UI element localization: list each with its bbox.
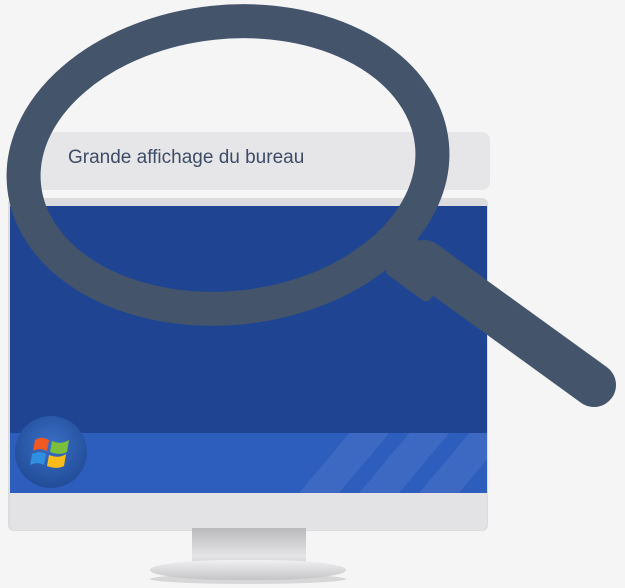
monitor-stand-base <box>150 560 346 580</box>
monitor-chin <box>10 493 487 530</box>
windows-start-orb-icon <box>15 416 87 488</box>
label-text: Grande affichage du bureau <box>68 147 305 168</box>
illustration: Grande affichage du bureau <box>0 0 625 588</box>
